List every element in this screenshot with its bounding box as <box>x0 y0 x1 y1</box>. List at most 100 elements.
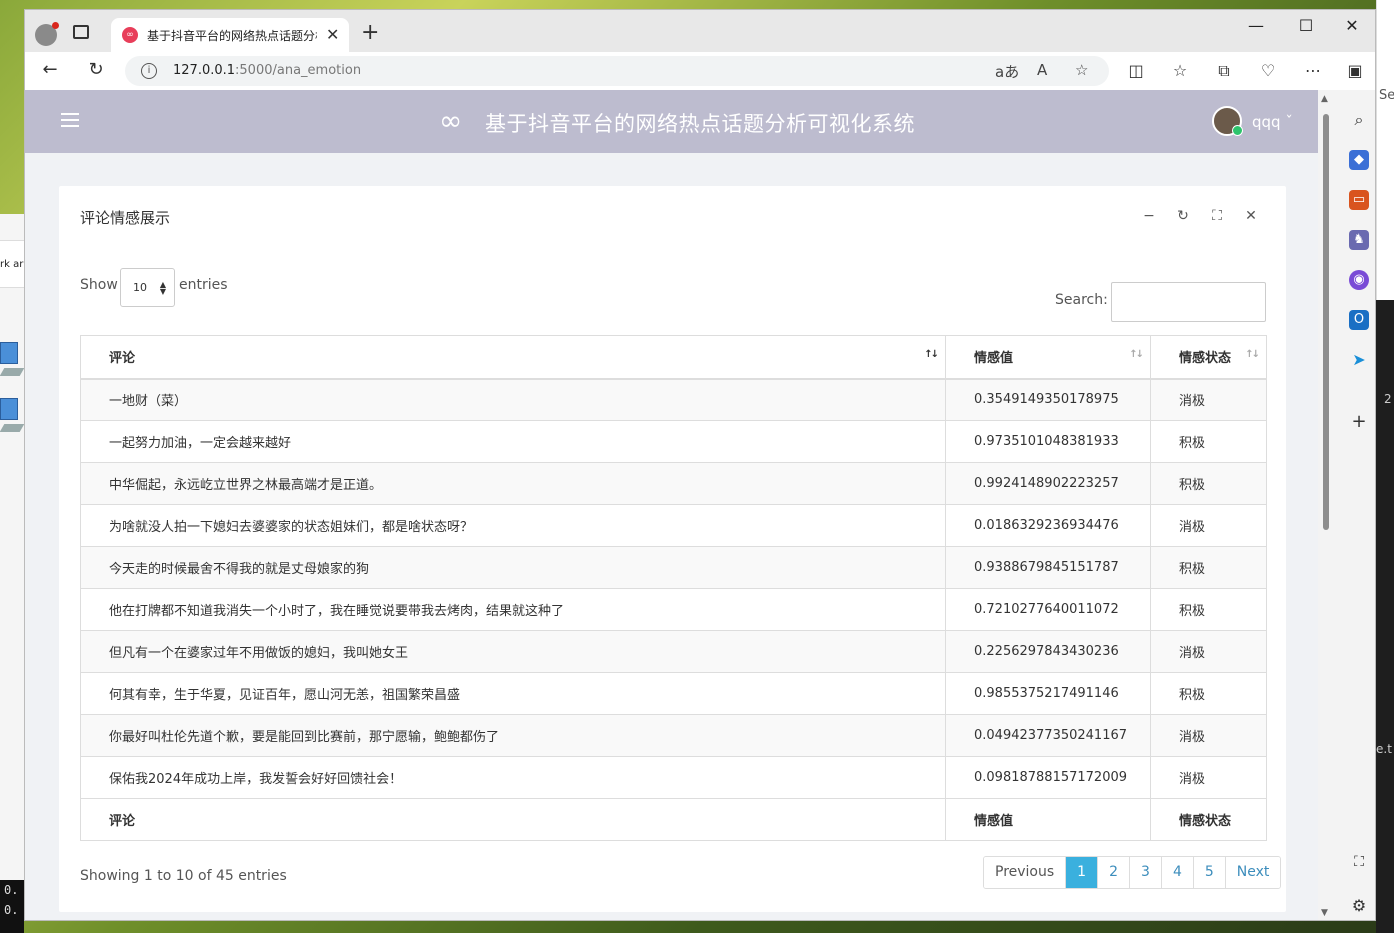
active-tab[interactable]: ∞ 基于抖音平台的网络热点话题分析 ✕ <box>111 18 349 52</box>
read-aloud-icon[interactable]: A <box>1037 61 1047 79</box>
new-tab-icon[interactable]: + <box>361 20 379 45</box>
score-cell: 0.9855375217491146 <box>945 672 1151 715</box>
table-row: 中华倔起，永远屹立世界之林最高端才是正道。 0.9924148902223257 积… <box>80 462 1267 505</box>
close-tab-icon[interactable]: ✕ <box>326 25 339 44</box>
fullscreen-card-icon[interactable]: ⛶ <box>1207 208 1227 224</box>
site-info-icon[interactable]: i <box>141 63 157 79</box>
page-4-button[interactable]: 4 <box>1161 857 1194 888</box>
footer-header-comment: 评论 <box>80 798 946 841</box>
menu-toggle-icon[interactable] <box>61 113 79 127</box>
table-row: 一起努力加油，一定会越来越好 0.9735101048381933 积极 <box>80 420 1267 463</box>
card-title: 评论情感展示 <box>80 209 171 227</box>
status-cell: 积极 <box>1150 672 1267 715</box>
table-row: 今天走的时候最舍不得我的就是丈母娘家的狗 0.9388679845151787 积极 <box>80 546 1267 589</box>
score-cell: 0.2256297843430236 <box>945 630 1151 673</box>
avatar[interactable] <box>1212 106 1243 136</box>
close-card-icon[interactable]: ✕ <box>1241 208 1261 224</box>
sidebar-toggle-icon[interactable]: ▣ <box>1343 61 1367 80</box>
favorite-star-icon[interactable]: ☆ <box>1075 61 1088 79</box>
terminal-snippet: 0. 0. <box>0 880 24 933</box>
table-row: 他在打牌都不知道我消失一个小时了，我在睡觉说要带我去烤肉，结果就这种了 0.721… <box>80 588 1267 631</box>
comment-cell: 一地财（菜） <box>80 378 946 421</box>
search-label: Search: <box>1055 292 1108 308</box>
favorites-icon[interactable]: ☆ <box>1168 61 1192 80</box>
minimize-window-icon[interactable]: — <box>1241 16 1271 35</box>
profile-icon[interactable] <box>35 22 59 46</box>
background-window-right: Sea <box>1376 0 1394 300</box>
page-1-button[interactable]: 1 <box>1066 857 1099 888</box>
status-cell: 消极 <box>1150 378 1267 421</box>
send-icon[interactable]: ➤ <box>1349 350 1369 370</box>
scroll-up-icon[interactable]: ▲ <box>1321 94 1328 104</box>
score-cell: 0.7210277640011072 <box>945 588 1151 631</box>
refresh-icon[interactable]: ↻ <box>83 59 109 80</box>
page-scrollbar[interactable]: ▲ ▼ <box>1318 90 1334 920</box>
page-2-button[interactable]: 2 <box>1098 857 1131 888</box>
search-icon[interactable]: ⌕ <box>1349 110 1369 130</box>
score-cell: 0.9924148902223257 <box>945 462 1151 505</box>
user-menu[interactable]: qqq ˇ <box>1252 113 1293 131</box>
tab-actions-icon[interactable] <box>73 25 89 39</box>
column-header-score[interactable]: 情感值 ↑↓ <box>945 335 1151 380</box>
background-editor: 2 e.t <box>1376 300 1394 933</box>
network-icon <box>0 396 25 436</box>
status-cell: 消极 <box>1150 714 1267 757</box>
app-header: ∞ 基于抖音平台的网络热点话题分析可视化系统 qqq ˇ <box>25 90 1318 153</box>
page-viewport: ∞ 基于抖音平台的网络热点话题分析可视化系统 qqq ˇ 评论情感展示 − ↻ … <box>25 90 1318 920</box>
maximize-window-icon[interactable]: ☐ <box>1291 16 1321 35</box>
back-icon[interactable]: ← <box>37 59 63 80</box>
comment-cell: 但凡有一个在婆家过年不用做饭的媳妇，我叫她女王 <box>80 630 946 673</box>
scrollbar-thumb[interactable] <box>1323 114 1329 530</box>
refresh-card-icon[interactable]: ↻ <box>1173 208 1193 224</box>
background-window <box>0 214 24 914</box>
entries-label: entries <box>179 277 228 293</box>
copilot-icon[interactable]: ◉ <box>1349 270 1369 290</box>
infinity-logo-icon: ∞ <box>439 104 463 137</box>
comment-cell: 何其有幸，生于华夏，见证百年，愿山河无恙，祖国繁荣昌盛 <box>80 672 946 715</box>
show-label: Show <box>80 277 118 293</box>
column-header-comment[interactable]: 评论 ↑↓ <box>80 335 946 380</box>
translate-icon[interactable]: aあ <box>995 61 1019 82</box>
table-row: 为啥就没人拍一下媳妇去婆婆家的状态姐妹们，都是啥状态呀？ 0.0186329236… <box>80 504 1267 547</box>
shopping-tag-icon[interactable]: ◆ <box>1349 150 1369 170</box>
score-cell: 0.9735101048381933 <box>945 420 1151 463</box>
search-input[interactable] <box>1111 282 1266 322</box>
page-5-button[interactable]: 5 <box>1193 857 1226 888</box>
column-header-status[interactable]: 情感状态 ↑↓ <box>1150 335 1267 380</box>
comment-emotion-card: 评论情感展示 − ↻ ⛶ ✕ Show 10 ▲ ▼ entries Search:… <box>59 186 1286 912</box>
score-cell: 0.3549149350178975 <box>945 378 1151 421</box>
background-window-text: rk ar <box>0 240 24 288</box>
more-menu-icon[interactable]: ⋯ <box>1301 61 1325 80</box>
tab-title: 基于抖音平台的网络热点话题分析 <box>147 29 317 43</box>
page-3-button[interactable]: 3 <box>1130 857 1162 888</box>
extensions-icon[interactable]: ♡ <box>1256 61 1280 80</box>
comment-cell: 中华倔起，永远屹立世界之林最高端才是正道。 <box>80 462 946 505</box>
favicon-icon: ∞ <box>122 27 138 43</box>
status-cell: 积极 <box>1150 420 1267 463</box>
score-cell: 0.09818788157172009 <box>945 756 1151 799</box>
collections-icon[interactable]: ⧉ <box>1212 61 1236 81</box>
table-row: 保佑我2024年成功上岸，我发誓会好好回馈社会！ 0.09818788157172… <box>80 756 1267 799</box>
tools-briefcase-icon[interactable]: ▭ <box>1349 190 1369 210</box>
comment-cell: 他在打牌都不知道我消失一个小时了，我在睡觉说要带我去烤肉，结果就这种了 <box>80 588 946 631</box>
minimize-card-icon[interactable]: − <box>1139 208 1159 224</box>
scroll-down-icon[interactable]: ▼ <box>1321 908 1328 918</box>
status-cell: 积极 <box>1150 546 1267 589</box>
screenshot-icon[interactable]: ⛶ <box>1349 852 1369 872</box>
score-cell: 0.04942377350241167 <box>945 714 1151 757</box>
table-row: 何其有幸，生于华夏，见证百年，愿山河无恙，祖国繁荣昌盛 0.98553752174… <box>80 672 1267 715</box>
comment-cell: 保佑我2024年成功上岸，我发誓会好好回馈社会！ <box>80 756 946 799</box>
url-field[interactable]: i 127.0.0.1:5000/ana_emotion aあ A ☆ <box>125 56 1109 86</box>
games-icon[interactable]: ♞ <box>1349 230 1369 250</box>
add-sidebar-app-icon[interactable]: + <box>1349 412 1369 432</box>
outlook-icon[interactable]: O <box>1349 310 1369 330</box>
tab-bar: ∞ 基于抖音平台的网络热点话题分析 ✕ + — ☐ ✕ <box>25 10 1375 52</box>
split-screen-icon[interactable]: ◫ <box>1124 61 1148 80</box>
emotion-table: 评论 ↑↓ 情感值 ↑↓ 情感状态 ↑↓ 一地财（菜） 0.35491493501789… <box>80 335 1267 841</box>
comment-cell: 你最好叫杜伦先道个歉，要是能回到比赛前，那宁愿输，鲍鲍都伤了 <box>80 714 946 757</box>
next-page-button[interactable]: Next <box>1225 857 1281 888</box>
previous-page-button[interactable]: Previous <box>984 857 1067 888</box>
close-window-icon[interactable]: ✕ <box>1337 16 1367 35</box>
page-size-select[interactable]: 10 ▲ ▼ <box>120 268 175 307</box>
settings-gear-icon[interactable]: ⚙ <box>1349 896 1369 916</box>
